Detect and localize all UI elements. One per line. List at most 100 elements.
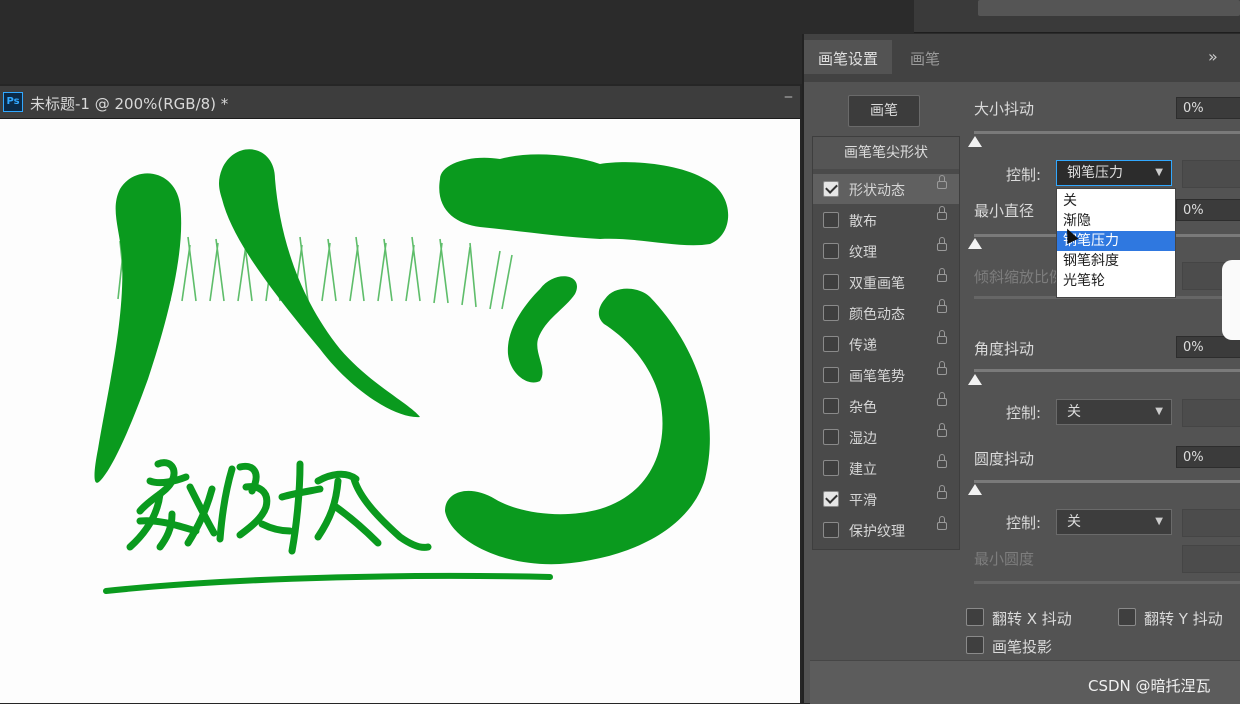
checkbox-transfer[interactable] — [823, 336, 839, 352]
watermark: CSDN @暗托涅瓦 — [1088, 677, 1211, 695]
checkbox-protect-texture[interactable] — [823, 522, 839, 538]
option-label: 湿边 — [849, 431, 877, 447]
checkbox-texture[interactable] — [823, 243, 839, 259]
preview-blob — [1222, 260, 1240, 340]
angle-jitter-label: 角度抖动 — [974, 340, 1035, 358]
option-label: 颜色动态 — [849, 307, 905, 323]
lock-icon[interactable] — [937, 175, 947, 189]
checkbox-shape-dynamics[interactable] — [823, 181, 839, 197]
option-label: 保护纹理 — [849, 524, 905, 540]
angle-control-label: 控制: — [1006, 404, 1042, 422]
option-scattering[interactable]: 散布 — [813, 205, 959, 235]
option-color-dynamics[interactable]: 颜色动态 — [813, 298, 959, 328]
option-wet-edges[interactable]: 湿边 — [813, 422, 959, 452]
lock-icon[interactable] — [937, 330, 947, 344]
angle-control-select[interactable]: 关 ▼ — [1056, 399, 1172, 425]
size-jitter-slider[interactable] — [974, 131, 1240, 134]
roundness-jitter-slider[interactable] — [974, 480, 1240, 483]
tilt-scale-label: 倾斜缩放比例 — [974, 268, 1065, 286]
dropdown-option-pen-tilt[interactable]: 钢笔斜度 — [1057, 251, 1175, 271]
option-transfer[interactable]: 传递 — [813, 329, 959, 359]
tab-brush-settings[interactable]: 画笔设置 — [804, 40, 892, 74]
dropdown-option-fade[interactable]: 渐隐 — [1057, 211, 1175, 231]
option-noise[interactable]: 杂色 — [813, 391, 959, 421]
roundness-jitter-input[interactable]: 0% — [1176, 446, 1240, 468]
artwork — [94, 149, 729, 594]
lock-icon[interactable] — [937, 268, 947, 282]
checkbox-brush-pose[interactable] — [823, 367, 839, 383]
tab-brushes[interactable]: 画笔 — [910, 48, 940, 69]
lock-icon[interactable] — [937, 516, 947, 530]
top-right-field[interactable] — [978, 0, 1240, 16]
lock-icon[interactable] — [937, 423, 947, 437]
checkbox-wet-edges[interactable] — [823, 429, 839, 445]
stroke-cloud — [439, 154, 729, 246]
stroke-ba-left — [94, 173, 182, 483]
checkbox-dual-brush[interactable] — [823, 274, 839, 290]
lock-icon[interactable] — [937, 206, 947, 220]
size-control-select[interactable]: 钢笔压力 ▼ — [1056, 160, 1172, 186]
lock-icon[interactable] — [937, 361, 947, 375]
option-brush-pose[interactable]: 画笔笔势 — [813, 360, 959, 390]
option-label: 传递 — [849, 338, 877, 354]
checkbox-noise[interactable] — [823, 398, 839, 414]
brush-settings-panel: 画笔设置 画笔 » 画笔 画笔笔尖形状 形状动态 散布 纹理 双重画笔 颜色动态 — [802, 34, 1240, 704]
panel-menu-icon[interactable]: » — [1208, 47, 1218, 66]
handwriting-strokes — [126, 459, 432, 555]
document-tab[interactable]: Ps 未标题-1 @ 200%(RGB/8) * ‒ — [0, 86, 800, 119]
option-dual-brush[interactable]: 双重画笔 — [813, 267, 959, 297]
checkbox-smoothing[interactable] — [823, 491, 839, 507]
document-title: 未标题-1 @ 200%(RGB/8) * — [30, 95, 229, 113]
size-jitter-input[interactable]: 0% — [1176, 97, 1240, 119]
dropdown-option-off[interactable]: 关 — [1057, 191, 1175, 211]
flip-y-label: 翻转 Y 抖动 — [1144, 610, 1223, 628]
lock-icon[interactable] — [937, 392, 947, 406]
minimize-icon[interactable]: ‒ — [784, 89, 793, 105]
angle-jitter-slider[interactable] — [974, 369, 1240, 372]
checkbox-build-up[interactable] — [823, 460, 839, 476]
chevron-down-icon: ▼ — [1155, 167, 1163, 178]
drawing-canvas[interactable] — [0, 119, 800, 703]
min-roundness-label: 最小圆度 — [974, 550, 1035, 568]
lock-icon[interactable] — [937, 485, 947, 499]
option-label: 建立 — [849, 462, 877, 478]
dropdown-option-stylus-wheel[interactable]: 光笔轮 — [1057, 271, 1175, 291]
checkbox-color-dynamics[interactable] — [823, 305, 839, 321]
lock-icon[interactable] — [937, 299, 947, 313]
min-roundness-input — [1182, 545, 1240, 573]
roundness-control-extra — [1182, 509, 1240, 537]
control-dropdown-list: 关 渐隐 钢笔压力 钢笔斜度 光笔轮 — [1056, 188, 1176, 298]
stroke-hook — [445, 288, 710, 565]
flip-x-label: 翻转 X 抖动 — [992, 610, 1072, 628]
size-control-value: 钢笔压力 — [1067, 165, 1123, 181]
roundness-control-select[interactable]: 关 ▼ — [1056, 509, 1172, 535]
brush-projection-checkbox[interactable] — [966, 636, 984, 654]
roundness-control-value: 关 — [1067, 514, 1081, 530]
angle-jitter-thumb[interactable] — [968, 374, 982, 385]
flip-y-checkbox[interactable] — [1118, 608, 1136, 626]
option-label: 纹理 — [849, 245, 877, 261]
roundness-jitter-thumb[interactable] — [968, 484, 982, 495]
min-diameter-input[interactable]: 0% — [1176, 199, 1240, 221]
option-build-up[interactable]: 建立 — [813, 453, 959, 483]
brush-presets-button[interactable]: 画笔 — [848, 95, 920, 127]
panel-tabs: 画笔设置 画笔 » — [804, 34, 1240, 82]
min-diameter-thumb[interactable] — [968, 238, 982, 249]
brush-tip-shape[interactable]: 画笔笔尖形状 — [813, 137, 959, 169]
size-jitter-thumb[interactable] — [968, 136, 982, 147]
checkbox-scattering[interactable] — [823, 212, 839, 228]
size-control-extra — [1182, 160, 1240, 188]
flip-x-checkbox[interactable] — [966, 608, 984, 626]
lock-icon[interactable] — [937, 454, 947, 468]
option-smoothing[interactable]: 平滑 — [813, 484, 959, 514]
option-protect-texture[interactable]: 保护纹理 — [813, 515, 959, 545]
lock-icon[interactable] — [937, 237, 947, 251]
option-texture[interactable]: 纹理 — [813, 236, 959, 266]
stroke-curl — [507, 276, 577, 383]
option-shape-dynamics[interactable]: 形状动态 — [813, 174, 959, 204]
stroke-underline — [103, 572, 553, 594]
brush-projection-label: 画笔投影 — [992, 638, 1053, 656]
brush-options-list: 画笔笔尖形状 形状动态 散布 纹理 双重画笔 颜色动态 传递 画笔笔势 杂色 湿… — [812, 136, 960, 550]
size-control-label: 控制: — [1006, 166, 1042, 184]
roundness-jitter-label: 圆度抖动 — [974, 450, 1035, 468]
